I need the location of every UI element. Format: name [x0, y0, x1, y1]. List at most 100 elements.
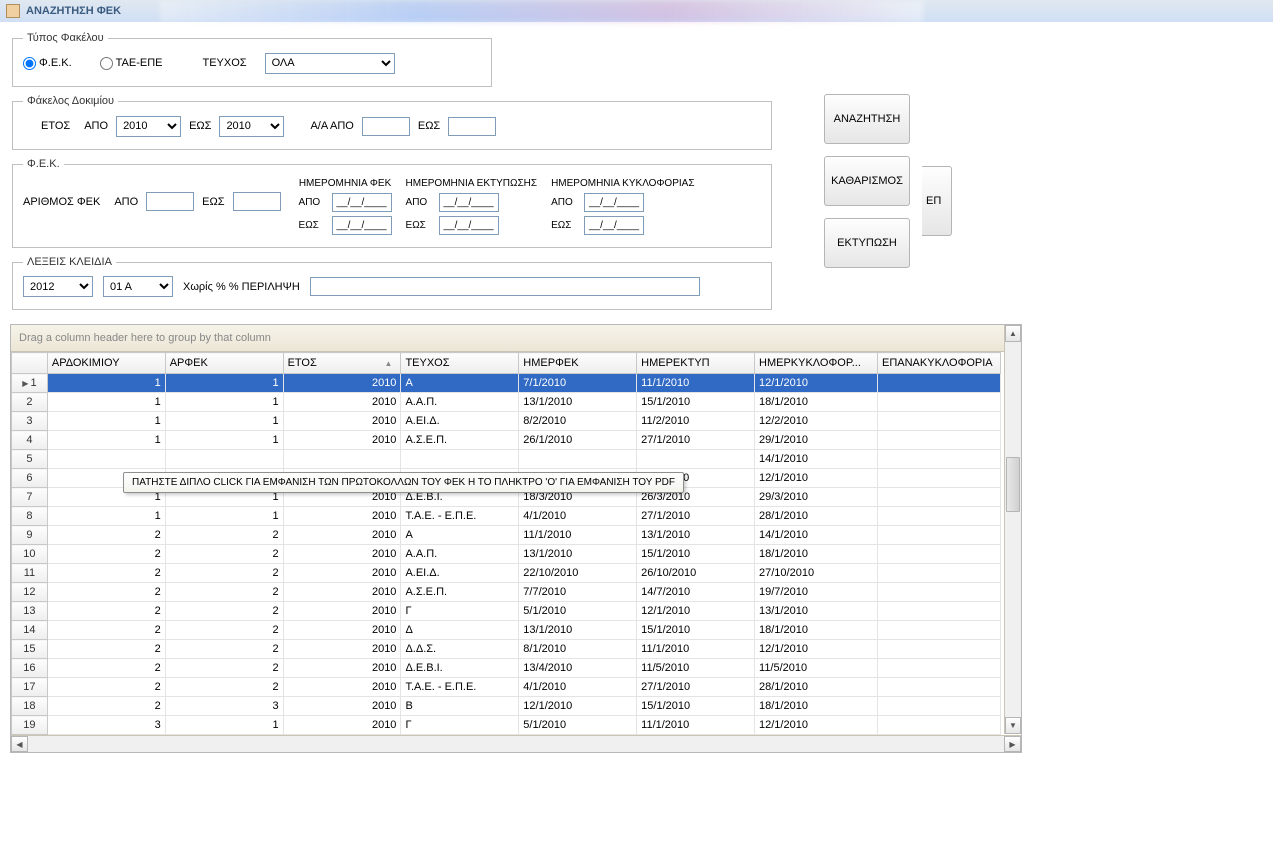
scroll-left-icon[interactable]: ◀ — [11, 736, 28, 752]
row-number: 10 — [12, 545, 48, 564]
col-header-2[interactable]: ΕΤΟΣ — [283, 353, 401, 374]
clear-button[interactable]: ΚΑΘΑΡΙΣΜΟΣ — [824, 156, 910, 206]
cell: 4/1/2010 — [519, 678, 637, 697]
cell: Τ.Α.Ε. - Ε.Π.Ε. — [401, 678, 519, 697]
cell: 13/1/2010 — [519, 545, 637, 564]
table-row[interactable]: 17222010Τ.Α.Ε. - Ε.Π.Ε.4/1/201027/1/2010… — [12, 678, 1001, 697]
cell — [878, 697, 1001, 716]
hmer-kykl-apo[interactable] — [584, 193, 644, 212]
col-header-0[interactable]: ΑΡΔΟΚΙΜΙΟΥ — [47, 353, 165, 374]
scroll-thumb[interactable] — [1006, 457, 1020, 512]
perilipsi-input[interactable] — [310, 277, 700, 296]
hmer-fek-eos[interactable] — [332, 216, 392, 235]
hmer-fek-apo[interactable] — [332, 193, 392, 212]
table-row[interactable]: 3112010Α.ΕΙ.Δ.8/2/201011/2/201012/2/2010 — [12, 412, 1001, 431]
keywords-group: ΛΕΞΕΙΣ ΚΛΕΙΔΙΑ 2012 01 Α Χωρίς % % ΠΕΡΙΛ… — [12, 256, 772, 310]
row-number: 2 — [12, 393, 48, 412]
cell — [878, 526, 1001, 545]
row-number: 19 — [12, 716, 48, 735]
table-row[interactable]: 4112010Α.Σ.Ε.Π.26/1/201027/1/201029/1/20… — [12, 431, 1001, 450]
hmer-kykl-group: ΗΜΕΡΟΜΗΝΙΑ ΚΥΚΛΟΦΟΡΙΑΣ ΑΠΟ ΕΩΣ — [551, 178, 694, 235]
table-row[interactable]: 12222010Α.Σ.Ε.Π.7/7/201014/7/201019/7/20… — [12, 583, 1001, 602]
hmer-ektyp-eos[interactable] — [439, 216, 499, 235]
etos-eos-combo[interactable]: 2010 — [219, 116, 284, 137]
cell — [878, 488, 1001, 507]
print-button[interactable]: ΕΚΤΥΠΩΣΗ — [824, 218, 910, 268]
cell — [878, 678, 1001, 697]
cell: 4/1/2010 — [519, 507, 637, 526]
table-row[interactable]: 11222010Α.ΕΙ.Δ.22/10/201026/10/201027/10… — [12, 564, 1001, 583]
keyword-year-combo[interactable]: 2012 — [23, 276, 93, 297]
cell — [878, 564, 1001, 583]
hmer-ektyp-apo[interactable] — [439, 193, 499, 212]
cell: Τ.Α.Ε. - Ε.Π.Ε. — [401, 507, 519, 526]
cell: 2010 — [283, 583, 401, 602]
search-button[interactable]: ΑΝΑΖΗΤΗΣΗ — [824, 94, 910, 144]
etos-apo-combo[interactable]: 2010 — [116, 116, 181, 137]
table-row[interactable]: 15222010Δ.Δ.Σ.8/1/201011/1/201012/1/2010 — [12, 640, 1001, 659]
cell: 26/10/2010 — [637, 564, 755, 583]
cell: Δ.Δ.Σ. — [401, 640, 519, 659]
grid-group-hint[interactable]: Drag a column header here to group by th… — [11, 325, 1021, 352]
etos-eos-label: ΕΩΣ — [189, 120, 211, 132]
hmer-kykl-eos[interactable] — [584, 216, 644, 235]
radio-fek[interactable]: Φ.Ε.Κ. — [23, 57, 72, 70]
cell — [878, 583, 1001, 602]
keyword-code-combo[interactable]: 01 Α — [103, 276, 173, 297]
cell — [165, 450, 283, 469]
col-header-1[interactable]: ΑΡΦΕΚ — [165, 353, 283, 374]
cell: 14/1/2010 — [755, 526, 878, 545]
scroll-up-icon[interactable]: ▲ — [1005, 325, 1021, 342]
cell: 13/4/2010 — [519, 659, 637, 678]
cell: Γ — [401, 602, 519, 621]
cell: 13/1/2010 — [755, 602, 878, 621]
radio-tae-epe[interactable]: ΤΑΕ-ΕΠΕ — [100, 57, 163, 70]
table-row[interactable]: 2112010Α.Α.Π.13/1/201015/1/201018/1/2010 — [12, 393, 1001, 412]
col-header-6[interactable]: ΗΜΕΡΚΥΚΛΟΦΟΡ... — [755, 353, 878, 374]
cell — [878, 602, 1001, 621]
col-header-3[interactable]: ΤΕΥΧΟΣ — [401, 353, 519, 374]
vertical-scrollbar[interactable]: ▲ ▼ — [1004, 325, 1021, 734]
col-header-7[interactable]: ΕΠΑΝΑΚΥΚΛΟΦΟΡΙΑ — [878, 353, 1001, 374]
table-row[interactable]: 13222010Γ5/1/201012/1/201013/1/2010 — [12, 602, 1001, 621]
table-row[interactable]: 14222010Δ13/1/201015/1/201018/1/2010 — [12, 621, 1001, 640]
cell: 2 — [47, 640, 165, 659]
table-row[interactable]: 10222010Α.Α.Π.13/1/201015/1/201018/1/201… — [12, 545, 1001, 564]
row-number: 6 — [12, 469, 48, 488]
cell: 2 — [47, 678, 165, 697]
teuxos-combo[interactable]: ΟΛΑ — [265, 53, 395, 74]
cell: 15/1/2010 — [637, 621, 755, 640]
cell: 1 — [165, 716, 283, 735]
row-number: 9 — [12, 526, 48, 545]
aa-apo-input[interactable] — [362, 117, 410, 136]
cell: 2 — [165, 640, 283, 659]
cell: 1 — [165, 393, 283, 412]
table-row[interactable]: 8112010Τ.Α.Ε. - Ε.Π.Ε.4/1/201027/1/20102… — [12, 507, 1001, 526]
table-row[interactable]: 16222010Δ.Ε.Β.Ι.13/4/201011/5/201011/5/2… — [12, 659, 1001, 678]
cell — [878, 469, 1001, 488]
table-row[interactable]: 19312010Γ5/1/201011/1/201012/1/2010 — [12, 716, 1001, 735]
scroll-down-icon[interactable]: ▼ — [1005, 717, 1021, 734]
arithmos-eos-input[interactable] — [233, 192, 281, 211]
col-header-4[interactable]: ΗΜΕΡΦΕΚ — [519, 353, 637, 374]
cell: 2 — [47, 697, 165, 716]
table-row[interactable]: 514/1/2010 — [12, 450, 1001, 469]
col-header-5[interactable]: ΗΜΕΡΕΚΤΥΠ — [637, 353, 755, 374]
clipped-button[interactable]: ΕΠ — [922, 166, 952, 236]
cell — [47, 450, 165, 469]
table-row[interactable]: 1112010Α7/1/201011/1/201012/1/2010 — [12, 374, 1001, 393]
cell: 12/2/2010 — [755, 412, 878, 431]
cell: 12/1/2010 — [755, 716, 878, 735]
table-row[interactable]: 18232010Β12/1/201015/1/201018/1/2010 — [12, 697, 1001, 716]
cell — [878, 374, 1001, 393]
cell: 2 — [165, 564, 283, 583]
arithmos-apo-input[interactable] — [146, 192, 194, 211]
scroll-right-icon[interactable]: ▶ — [1004, 736, 1021, 752]
horizontal-scrollbar[interactable]: ◀ ▶ — [11, 735, 1021, 752]
cell: 1 — [47, 507, 165, 526]
cell: 1 — [165, 412, 283, 431]
table-row[interactable]: 9222010Α11/1/201013/1/201014/1/2010 — [12, 526, 1001, 545]
aa-eos-input[interactable] — [448, 117, 496, 136]
cell: 11/1/2010 — [637, 640, 755, 659]
dokimio-legend: Φάκελος Δοκιμίου — [23, 95, 118, 107]
